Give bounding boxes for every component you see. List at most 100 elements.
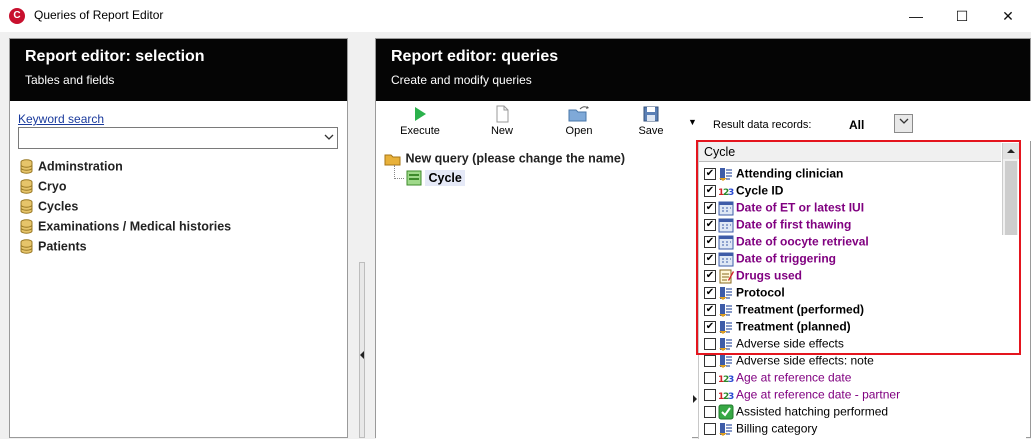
field-checkbox[interactable]: ✔: [704, 235, 716, 248]
queries-panel-subtitle: Create and modify queries: [391, 73, 532, 87]
tree-connector: [394, 165, 404, 179]
database-icon: [20, 239, 33, 254]
field-checkbox[interactable]: ✔: [704, 201, 716, 214]
field-row-attending-clinician[interactable]: ✔ Attending clinician: [704, 165, 843, 182]
keyword-search-input[interactable]: [18, 127, 338, 149]
field-row-treatment-planned[interactable]: ✔ Treatment (planned): [704, 318, 851, 335]
field-list-scrollbar[interactable]: [1002, 143, 1019, 235]
text-field-icon: [719, 320, 732, 334]
query-folder-icon: [384, 154, 401, 166]
new-button[interactable]: New: [470, 105, 534, 137]
selection-panel-header: Report editor: selection Tables and fiel…: [10, 39, 347, 101]
field-row-treatment-performed[interactable]: ✔ Treatment (performed): [704, 301, 864, 318]
field-row-protocol[interactable]: ✔ Protocol: [704, 284, 785, 301]
save-label: Save: [638, 125, 664, 137]
query-root-node[interactable]: New query (please change the name): [384, 151, 625, 166]
field-label: Adverse side effects: [736, 336, 844, 351]
field-row-adverse-side-effects-note[interactable]: Adverse side effects: note: [704, 352, 874, 369]
execute-button[interactable]: Execute: [388, 105, 452, 137]
minimize-button[interactable]: —: [893, 0, 939, 32]
text-field-icon: [719, 354, 732, 368]
field-row-adverse-side-effects[interactable]: Adverse side effects: [704, 335, 844, 352]
open-label: Open: [565, 125, 593, 137]
svg-text:3: 3: [728, 392, 734, 402]
query-toolbar: Execute New Open Save ▼: [376, 101, 706, 141]
save-button[interactable]: Save: [619, 105, 683, 137]
field-row-date-of-triggering[interactable]: ✔ Date of triggering: [704, 250, 836, 267]
tree-item-cryo[interactable]: Cryo: [20, 179, 66, 197]
collapse-left-icon[interactable]: [359, 350, 365, 360]
svg-text:3: 3: [728, 375, 734, 385]
open-folder-icon: [568, 106, 589, 122]
table-icon: [406, 170, 422, 186]
field-checkbox[interactable]: ✔: [704, 167, 716, 180]
field-checkbox[interactable]: ✔: [704, 320, 716, 333]
close-button[interactable]: ✕: [985, 0, 1031, 32]
field-row-assisted-hatching-performed[interactable]: Assisted hatching performed: [704, 403, 888, 420]
field-checkbox[interactable]: [704, 405, 716, 418]
chevron-down-icon[interactable]: [324, 130, 334, 144]
number-field-icon: 123: [718, 392, 734, 402]
field-checkbox[interactable]: [704, 337, 716, 350]
number-field-icon: 123: [718, 375, 734, 385]
field-label: Drugs used: [736, 268, 803, 283]
execute-label: Execute: [400, 125, 440, 137]
field-checkbox[interactable]: ✔: [704, 252, 716, 265]
toolbar-more-dropdown[interactable]: ▼: [688, 117, 697, 127]
text-field-icon: [719, 167, 732, 181]
tree-item-adminstration[interactable]: Adminstration: [20, 159, 123, 177]
query-child-node-cycle[interactable]: Cycle: [406, 170, 465, 186]
chevron-down-icon: [899, 118, 908, 124]
date-field-icon: [718, 201, 734, 216]
floppy-disk-icon: [643, 106, 659, 122]
scrollbar-thumb[interactable]: [1005, 161, 1017, 235]
result-records-label: Result data records:: [713, 119, 812, 131]
tree-item-patients[interactable]: Patients: [20, 239, 87, 257]
field-checkbox[interactable]: [704, 354, 716, 367]
panel-splitter[interactable]: [348, 38, 375, 438]
field-checkbox[interactable]: [704, 422, 716, 435]
field-label: Cycle ID: [736, 183, 784, 198]
field-row-date-of-first-thawing[interactable]: ✔ Date of first thawing: [704, 216, 851, 233]
field-label: Age at reference date: [736, 370, 852, 385]
field-label: Date of triggering: [736, 251, 837, 266]
database-icon: [20, 219, 33, 234]
field-checkbox[interactable]: ✔: [704, 286, 716, 299]
field-row-age-at-reference-date[interactable]: 1 2 3 Age at reference date: [704, 369, 851, 386]
scroll-up-icon[interactable]: [1003, 143, 1019, 159]
field-row-date-of-et-or-latest-iui[interactable]: ✔ Date of ET or latest IUI: [704, 199, 864, 216]
maximize-button[interactable]: ☐: [939, 0, 985, 32]
field-label: Treatment (performed): [736, 302, 865, 317]
field-checkbox[interactable]: ✔: [704, 184, 716, 197]
selection-panel-title: Report editor: selection: [25, 48, 205, 65]
field-label: Assisted hatching performed: [736, 404, 889, 419]
field-checkbox[interactable]: ✔: [704, 218, 716, 231]
field-row-age-at-reference-date-partner[interactable]: 1 2 3 Age at reference date - partner: [704, 386, 900, 403]
field-label: Protocol: [736, 285, 785, 300]
field-checkbox[interactable]: [704, 388, 716, 401]
field-row-billing-category[interactable]: Billing category: [704, 420, 817, 437]
tree-item-label: Cycles: [38, 199, 79, 214]
field-checkbox[interactable]: ✔: [704, 303, 716, 316]
query-child-label: Cycle: [425, 170, 465, 186]
field-label: Date of oocyte retrieval: [736, 234, 869, 249]
field-list: Cycle ✔ Attending clinician ✔ 1 2 3 Cycle ID ✔ D…: [698, 142, 1026, 439]
field-checkbox[interactable]: ✔: [704, 269, 716, 282]
tree-item-cycles[interactable]: Cycles: [20, 199, 78, 217]
tree-item-label: Cryo: [38, 179, 67, 194]
field-label: Treatment (planned): [736, 319, 851, 334]
date-field-icon: [718, 235, 734, 250]
field-row-date-of-oocyte-retrieval[interactable]: ✔ Date of oocyte retrieval: [704, 233, 869, 250]
memo-field-icon: [719, 269, 734, 284]
field-row-drugs-used[interactable]: ✔ Drugs used: [704, 267, 802, 284]
field-row-cycle-id[interactable]: ✔ 1 2 3 Cycle ID: [704, 182, 783, 199]
tree-item-examinations-medical-histories[interactable]: Examinations / Medical histories: [20, 219, 231, 237]
new-label: New: [490, 125, 513, 137]
result-records-dropdown[interactable]: [894, 114, 913, 133]
queries-panel-title: Report editor: queries: [391, 48, 559, 65]
field-label: Adverse side effects: note: [736, 353, 874, 368]
field-checkbox[interactable]: [704, 371, 716, 384]
boolean-field-icon: [718, 404, 734, 420]
open-button[interactable]: Open: [547, 105, 611, 137]
date-field-icon: [718, 252, 734, 267]
